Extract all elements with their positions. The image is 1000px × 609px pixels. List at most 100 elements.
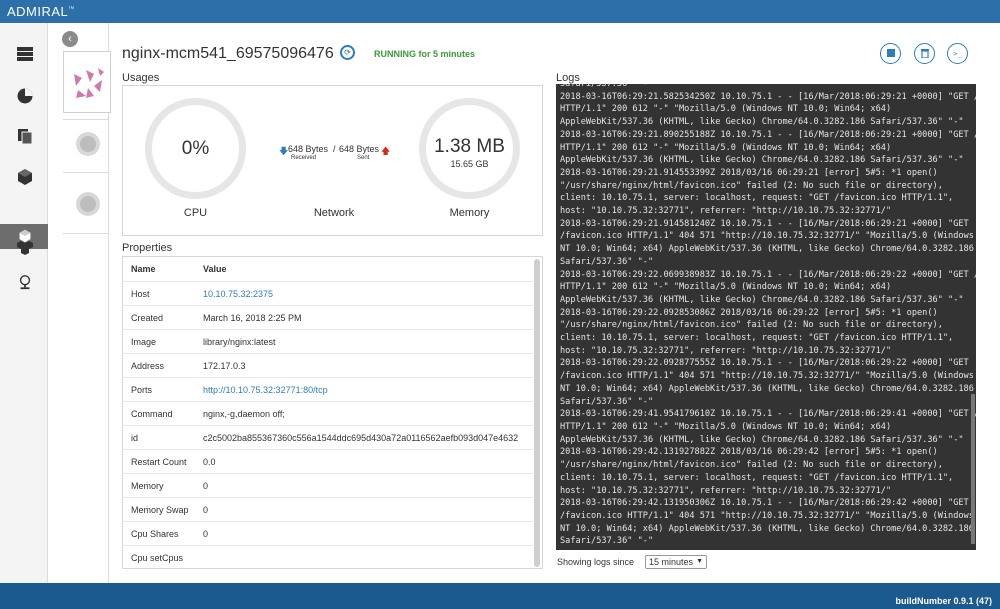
containers-icon[interactable] — [14, 166, 36, 188]
shell-button[interactable]: >_ — [947, 43, 968, 64]
remove-icon — [920, 49, 929, 59]
main-container: ‹ nginx-mcm541_69575096476 ⟳ RUNNING for… — [48, 23, 1000, 583]
logs-text: Safari/537.36" "-" 2018-03-16T06:29:21.58… — [560, 84, 976, 548]
network-received: 648 Bytes — [288, 144, 329, 154]
log-line: HTTP/1.1" 200 612 "-" "Mozilla/5.0 (Wind… — [560, 421, 892, 432]
memory-total: 15.65 GB — [450, 159, 489, 169]
log-line: host: "10.10.75.32:32771", referrer: "ht… — [560, 206, 892, 217]
log-line: HTTP/1.1" 200 612 "-" "Mozilla/5.0 (Wind… — [560, 282, 892, 293]
log-line: HTTP/1.1" 200 612 "-" "Mozilla/5.0 (Wind… — [560, 104, 892, 115]
properties-panel: Name Value Host 10.10.75.32:2375 Created Ma… — [122, 256, 543, 569]
container-thumbnail-icon[interactable] — [76, 192, 100, 216]
cpu-value: 0% — [181, 138, 210, 159]
remove-button[interactable] — [914, 43, 935, 64]
log-line: AppleWebKit/537.36 (KHTML, like Gecko) C… — [560, 294, 964, 305]
container-avatar-icon — [74, 68, 104, 98]
property-name: Host — [131, 289, 150, 299]
left-nav — [0, 23, 56, 583]
log-line: NT 10.0; Win64; x64) AppleWebKit/537.36 … — [560, 523, 974, 534]
logs-since-select[interactable]: 15 minutes ▼ — [645, 555, 707, 569]
network-received-label: Received — [291, 155, 317, 161]
table-row: Memory Swap 0 — [123, 497, 533, 521]
log-line: HTTP/1.1" 200 612 "-" "Mozilla/5.0 (Wind… — [560, 142, 892, 153]
property-value: 0 — [203, 529, 209, 539]
property-value: 0 — [203, 481, 209, 491]
log-line: client: 10.10.75.1, server: localhost, r… — [560, 193, 954, 204]
table-row: Command nginx,-g,daemon off; — [123, 401, 533, 425]
container-thumbnail-icon[interactable] — [76, 132, 100, 156]
arrow-up-icon: 🡅 — [381, 146, 391, 156]
properties-scrollbar[interactable] — [534, 259, 540, 567]
log-line: Safari/537.36" "-" — [560, 536, 654, 547]
showing-logs-label: Showing logs since — [557, 557, 635, 567]
memory-caption: Memory — [449, 207, 490, 219]
property-value: nginx,-g,daemon off; — [203, 409, 285, 419]
templates-icon[interactable] — [14, 125, 36, 147]
property-name: Created — [131, 313, 164, 323]
table-row: Memory 0 — [123, 473, 533, 497]
log-line: NT 10.0; Win64; x64) AppleWebKit/537.36 … — [560, 244, 974, 255]
property-value[interactable]: http://10.10.75.32:32771:80/tcp — [203, 385, 328, 395]
property-value[interactable]: 10.10.75.32:2375 — [203, 289, 273, 299]
property-name: Memory — [131, 481, 164, 491]
log-line: "/usr/share/nginx/html/favicon.ico" fail… — [560, 180, 943, 191]
log-line: 2018-03-16T06:29:22.092877555Z 10.10.75.… — [560, 358, 969, 369]
stop-button[interactable] — [880, 43, 901, 64]
log-line: 2018-03-16T06:29:22.092853086Z 2018/03/1… — [560, 307, 938, 318]
log-line: client: 10.10.75.1, server: localhost, r… — [560, 472, 954, 483]
property-name: Restart Count — [131, 457, 187, 467]
table-row: Created March 16, 2018 2:25 PM — [123, 305, 533, 329]
status-badge: RUNNING for 5 minutes — [374, 49, 476, 59]
top-bar: ADMIRAL™ — [0, 0, 1000, 23]
table-row: Cpu Shares 0 — [123, 521, 533, 545]
property-name: Cpu Shares — [131, 529, 179, 539]
log-line: AppleWebKit/537.36 (KHTML, like Gecko) C… — [560, 117, 964, 128]
table-row: Cpu setCpus — [123, 545, 533, 568]
network-sent: 648 Bytes — [339, 144, 380, 154]
memory-value: 1.38 MB — [434, 136, 505, 157]
table-row: Image library/nginx:latest — [123, 329, 533, 353]
table-row: Address 172.17.0.3 — [123, 353, 533, 377]
hosts-icon[interactable] — [14, 43, 36, 65]
container-title: nginx-mcm541_69575096476 — [122, 45, 334, 62]
network-stats: 🡇 648 Bytes Received / 648 Bytes Sent 🡅 — [279, 144, 391, 168]
network-icon[interactable] — [14, 271, 36, 293]
table-row: Restart Count 0.0 — [123, 449, 533, 473]
usages-label: Usages — [122, 72, 160, 84]
log-line: 2018-03-16T06:29:21.914581240Z 10.10.75.… — [560, 218, 969, 229]
log-line: "/usr/share/nginx/html/favicon.ico" fail… — [560, 320, 943, 331]
properties-header: Name Value — [123, 257, 533, 281]
log-line: NT 10.0; Win64; x64) AppleWebKit/537.36 … — [560, 383, 974, 394]
log-line: host: "10.10.75.32:32771", referrer: "ht… — [560, 345, 892, 356]
property-name: Memory Swap — [131, 505, 189, 515]
network-separator: / — [333, 144, 336, 154]
usages-panel: 0% CPU 🡇 648 Bytes Received / 648 Bytes … — [122, 85, 543, 236]
log-line: "/usr/share/nginx/html/favicon.ico" fail… — [560, 460, 943, 471]
collapse-icon[interactable]: ‹ — [62, 31, 78, 47]
log-line: 2018-03-16T06:29:21.582534250Z 10.10.75.… — [560, 91, 976, 102]
log-line: /favicon.ico HTTP/1.1" 404 571 "http://1… — [560, 371, 974, 382]
property-value: library/nginx:latest — [203, 337, 276, 347]
log-line: client: 10.10.75.1, server: localhost, r… — [560, 333, 954, 344]
logs-panel[interactable]: Safari/537.36" "-" 2018-03-16T06:29:21.58… — [556, 84, 976, 550]
logs-scrollbar[interactable] — [971, 394, 975, 544]
property-name: Cpu setCpus — [131, 553, 184, 563]
stop-icon — [886, 49, 895, 57]
applications-icon[interactable] — [14, 237, 36, 259]
log-line: AppleWebKit/537.36 (KHTML, like Gecko) C… — [560, 434, 964, 445]
logs-label: Logs — [556, 72, 580, 84]
column-header-value: Value — [203, 264, 227, 274]
arrow-down-icon: 🡇 — [279, 146, 289, 156]
container-list-column: ‹ — [48, 23, 111, 583]
network-sent-label: Sent — [357, 155, 370, 161]
brand-logo[interactable]: ADMIRAL™ — [7, 4, 75, 19]
log-line: /favicon.ico HTTP/1.1" 404 571 "http://1… — [560, 510, 974, 521]
resources-icon[interactable] — [14, 85, 36, 107]
log-line: 2018-03-16T06:29:41.954179610Z 10.10.75.… — [560, 409, 976, 420]
property-name: Ports — [131, 385, 153, 395]
container-thumbnail-selected[interactable] — [63, 51, 111, 113]
property-value: 0 — [203, 505, 209, 515]
property-value: March 16, 2018 2:25 PM — [203, 313, 302, 323]
cpu-caption: CPU — [183, 207, 208, 219]
refresh-icon[interactable]: ⟳ — [340, 45, 355, 60]
